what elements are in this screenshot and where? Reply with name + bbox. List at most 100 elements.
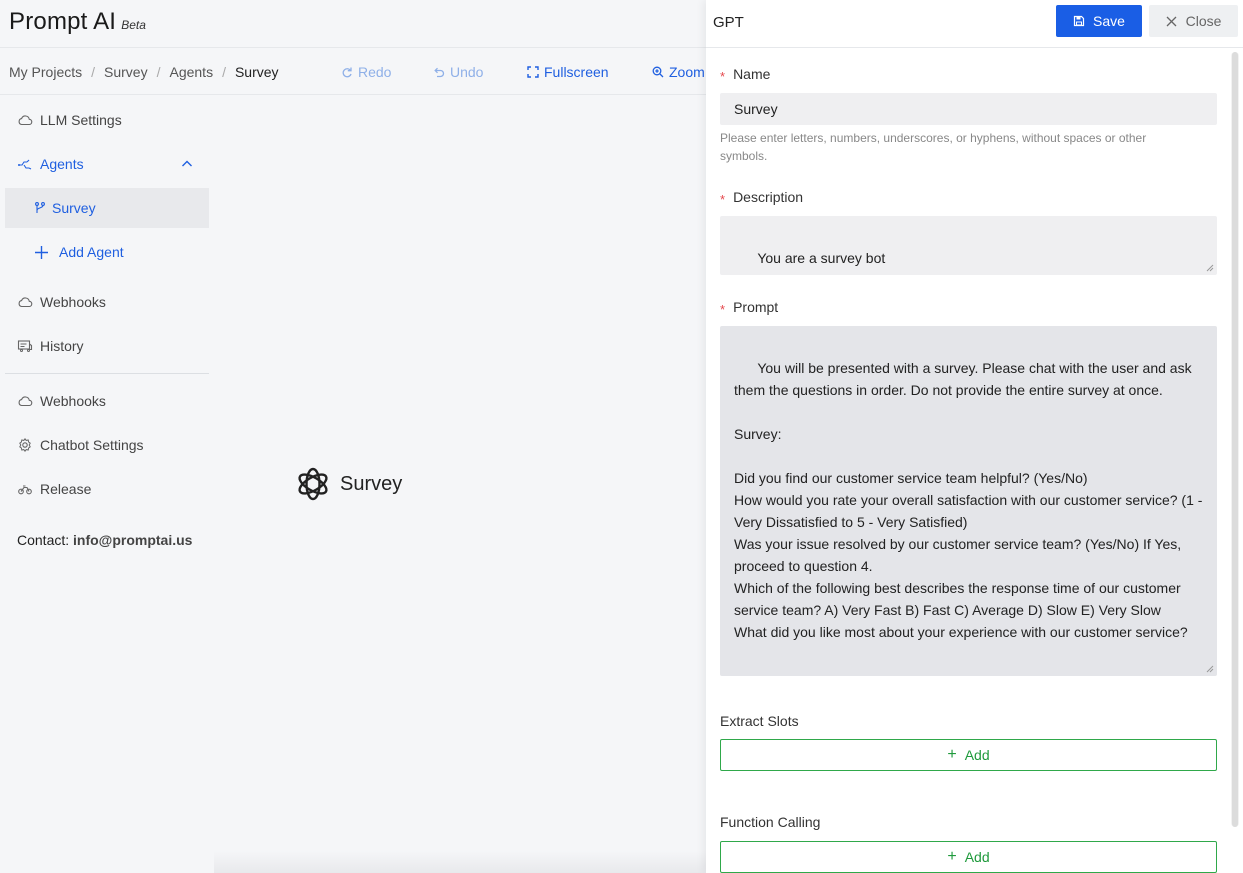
breadcrumb-separator: / — [156, 64, 161, 80]
name-hint: Please enter letters, numbers, underscor… — [720, 131, 1147, 163]
panel-title: GPT — [713, 14, 744, 31]
contact-info: Contact: info@promptai.us — [17, 532, 192, 548]
breadcrumb-my-projects[interactable]: My Projects — [9, 64, 82, 80]
resize-handle-icon[interactable] — [1206, 264, 1214, 272]
sidebar-item-agents[interactable]: Agents — [5, 144, 209, 184]
fullscreen-icon — [527, 66, 539, 78]
sidebar-item-label: LLM Settings — [40, 112, 122, 128]
plus-icon — [35, 245, 48, 259]
zoom-button[interactable]: Zoom — [652, 64, 705, 80]
panel-form: * Name Survey Please enter letters, numb… — [706, 49, 1231, 873]
required-marker: * — [720, 301, 726, 317]
sidebar-item-webhooks[interactable]: Webhooks — [5, 282, 209, 322]
function-calling-label: Function Calling — [720, 814, 821, 830]
prompt-label-text: Prompt — [733, 299, 779, 315]
sidebar-item-release[interactable]: Release — [5, 469, 209, 509]
sidebar-item-label: Webhooks — [40, 294, 106, 310]
agents-icon — [18, 159, 32, 170]
sidebar-item-label: Survey — [52, 200, 96, 216]
description-label: * Description — [720, 189, 804, 207]
prompt-value: You will be presented with a survey. Ple… — [734, 360, 1203, 640]
sidebar-divider — [5, 373, 209, 374]
sidebar-item-llm-settings[interactable]: LLM Settings — [5, 100, 209, 140]
toolbar: My Projects / Survey / Agents / Survey R… — [0, 49, 706, 95]
name-label: * Name — [720, 66, 771, 84]
sidebar-item-label: Add Agent — [59, 244, 124, 260]
sidebar-item-survey-agent[interactable]: Survey — [5, 188, 209, 228]
cloud-icon — [18, 297, 33, 308]
sidebar-item-label: History — [40, 338, 84, 354]
canvas-shadow — [214, 851, 706, 873]
name-label-text: Name — [733, 66, 771, 82]
redo-icon — [342, 67, 352, 78]
add-slot-label: Add — [964, 747, 990, 763]
extract-slots-label: Extract Slots — [720, 713, 799, 729]
undo-icon — [434, 67, 445, 78]
cloud-icon — [18, 396, 33, 407]
zoom-in-icon — [652, 66, 664, 78]
app-name: Prompt AI — [9, 8, 117, 35]
sidebar-item-label: Chatbot Settings — [40, 437, 144, 453]
description-label-text: Description — [733, 189, 804, 205]
redo-button[interactable]: Redo — [341, 64, 391, 80]
description-value: You are a survey bot — [757, 250, 886, 266]
plus-icon: + — [947, 746, 957, 763]
breadcrumb-separator: / — [91, 64, 96, 80]
breadcrumb-current: Survey — [234, 64, 279, 80]
add-function-button[interactable]: + Add — [720, 841, 1217, 873]
release-icon — [18, 485, 32, 495]
branch-icon — [35, 202, 45, 213]
sidebar-item-label: Webhooks — [40, 393, 106, 409]
fullscreen-button[interactable]: Fullscreen — [527, 64, 609, 80]
cloud-icon — [18, 115, 33, 126]
resize-handle-icon[interactable] — [1206, 665, 1214, 673]
required-marker: * — [720, 68, 726, 84]
agent-node-label: Survey — [340, 472, 403, 495]
close-icon — [1166, 16, 1177, 26]
sidebar-item-chatbot-settings[interactable]: Chatbot Settings — [5, 425, 209, 465]
app-header: Prompt AI Beta — [0, 0, 706, 48]
agent-settings-panel: GPT Save Close * Name Survey Please ente… — [706, 0, 1243, 873]
description-textarea[interactable]: You are a survey bot — [720, 216, 1217, 275]
gear-icon — [19, 437, 31, 453]
sidebar-item-history[interactable]: History — [5, 326, 209, 366]
sidebar-item-label: Release — [40, 481, 92, 497]
sidebar: LLM Settings Agents Survey Add Agent Web… — [0, 96, 214, 873]
breadcrumb: My Projects / Survey / Agents / Survey — [9, 64, 279, 80]
agent-node[interactable]: Survey — [292, 463, 402, 505]
beta-badge: Beta — [121, 18, 146, 32]
name-input[interactable]: Survey — [720, 93, 1217, 125]
panel-scrollbar[interactable] — [1231, 52, 1239, 827]
prompt-textarea[interactable]: You will be presented with a survey. Ple… — [720, 326, 1217, 676]
redo-label: Redo — [358, 64, 392, 80]
sidebar-item-webhooks-2[interactable]: Webhooks — [5, 381, 209, 421]
add-agent-button[interactable]: Add Agent — [5, 232, 209, 272]
breadcrumb-project[interactable]: Survey — [104, 64, 148, 80]
openai-icon — [298, 467, 328, 501]
zoom-label: Zoom — [669, 64, 705, 80]
panel-header: GPT Save Close — [706, 0, 1243, 48]
sidebar-item-label: Agents — [40, 156, 84, 172]
save-label: Save — [1093, 13, 1125, 29]
breadcrumb-agents[interactable]: Agents — [169, 64, 213, 80]
breadcrumb-separator: / — [222, 64, 226, 80]
history-icon — [17, 340, 33, 352]
undo-label: Undo — [450, 64, 484, 80]
fullscreen-label: Fullscreen — [544, 64, 609, 80]
add-function-label: Add — [964, 849, 990, 865]
close-label: Close — [1185, 13, 1222, 29]
contact-label: Contact: — [17, 532, 70, 548]
prompt-label: * Prompt — [720, 299, 779, 317]
close-button[interactable]: Close — [1149, 5, 1238, 37]
brand: Prompt AI Beta — [9, 8, 146, 36]
add-slot-button[interactable]: + Add — [720, 739, 1217, 771]
chevron-up-icon[interactable] — [181, 158, 193, 170]
undo-button[interactable]: Undo — [433, 64, 483, 80]
scrollbar-thumb[interactable] — [1232, 52, 1238, 827]
required-marker: * — [720, 191, 726, 207]
contact-email[interactable]: info@promptai.us — [73, 532, 192, 548]
save-icon — [1073, 15, 1085, 27]
flow-canvas[interactable]: Survey — [214, 96, 706, 873]
save-button[interactable]: Save — [1056, 5, 1142, 37]
plus-icon: + — [947, 848, 957, 865]
